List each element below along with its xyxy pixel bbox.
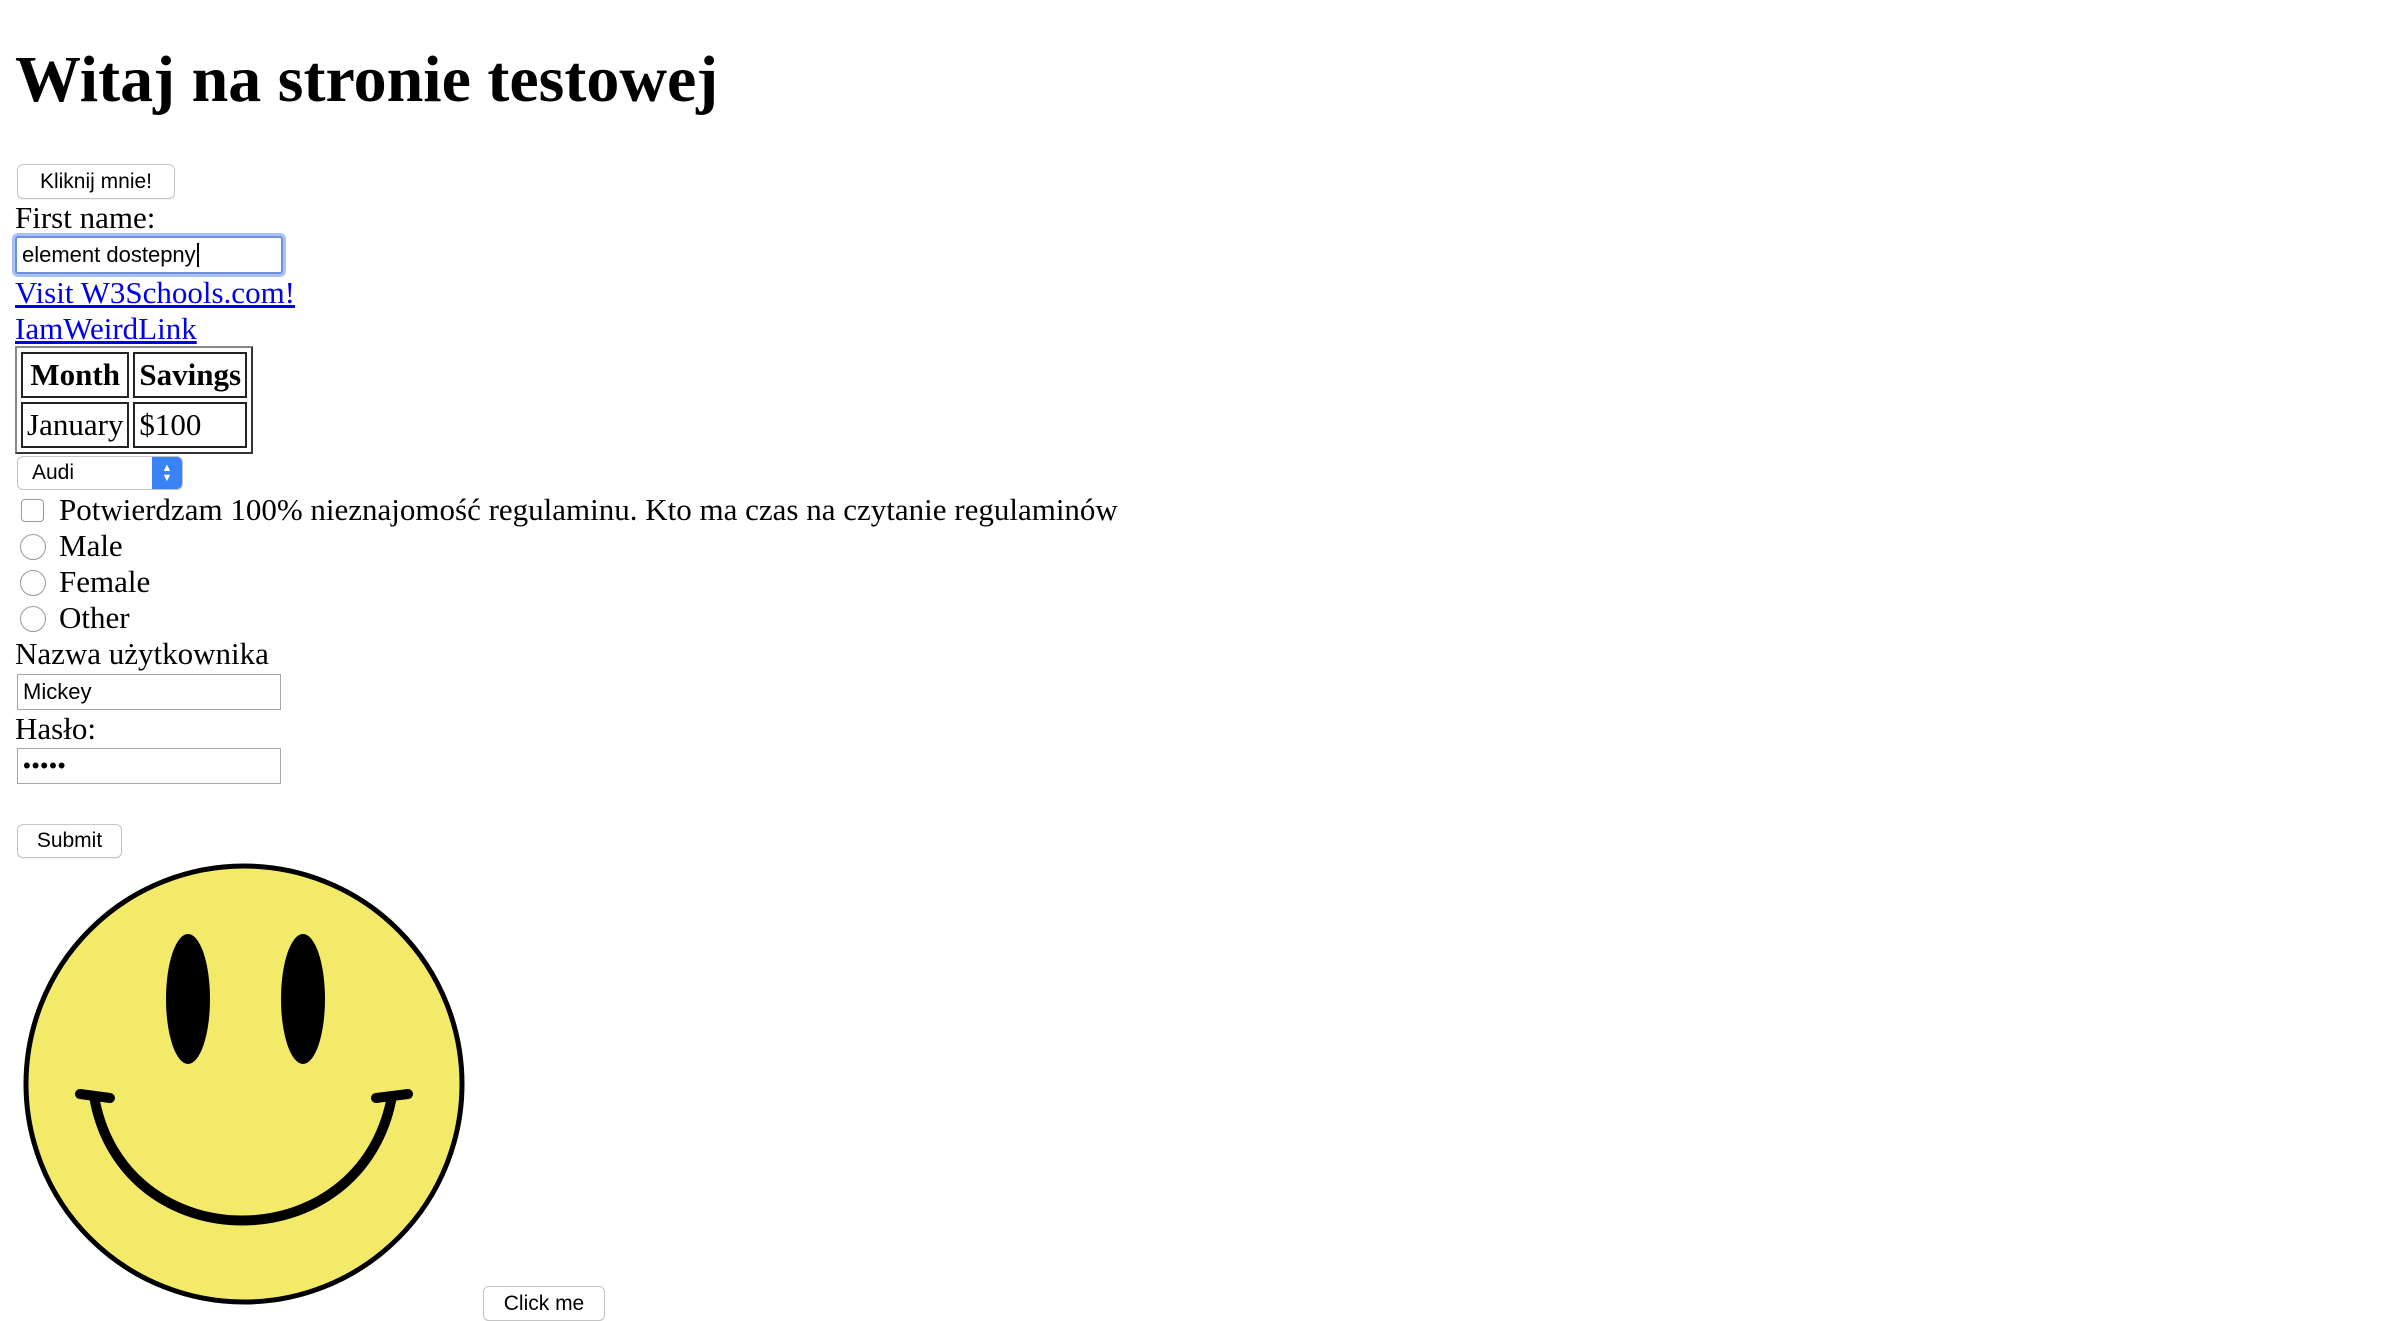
table-header-row: Month Savings bbox=[21, 352, 248, 398]
terms-checkbox-label: Potwierdzam 100% nieznajomość regulaminu… bbox=[59, 492, 1118, 527]
chevron-updown-icon: ▲ ▼ bbox=[152, 457, 182, 489]
table-header-cell: Savings bbox=[133, 352, 248, 398]
username-label: Nazwa użytkownika bbox=[15, 636, 269, 671]
submit-button[interactable]: Submit bbox=[17, 824, 122, 858]
kliknij-mnie-button[interactable]: Kliknij mnie! bbox=[17, 164, 175, 199]
radio-male[interactable] bbox=[20, 534, 46, 560]
radio-other[interactable] bbox=[20, 606, 46, 632]
radio-label-other: Other bbox=[59, 600, 130, 635]
first-name-input[interactable]: element dostepny bbox=[15, 236, 283, 274]
w3schools-link[interactable]: Visit W3Schools.com! bbox=[15, 275, 295, 311]
car-select-value: Audi bbox=[32, 461, 75, 484]
savings-table: Month Savings January $100 bbox=[15, 346, 254, 454]
first-name-label: First name: bbox=[15, 200, 156, 235]
text-caret bbox=[196, 243, 199, 267]
first-name-value: element dostepny bbox=[22, 242, 196, 267]
password-label: Hasło: bbox=[15, 711, 96, 746]
username-value: Mickey bbox=[23, 679, 92, 704]
smiley-face-icon[interactable] bbox=[22, 862, 466, 1306]
table-row: January $100 bbox=[21, 402, 248, 448]
radio-label-male: Male bbox=[59, 528, 123, 563]
car-select[interactable]: Audi ▲ ▼ bbox=[17, 456, 183, 490]
radio-label-female: Female bbox=[59, 564, 151, 599]
table-cell: January bbox=[21, 402, 130, 448]
username-input[interactable]: Mickey bbox=[17, 674, 281, 710]
click-me-button[interactable]: Click me bbox=[483, 1286, 605, 1321]
table-cell: $100 bbox=[133, 402, 248, 448]
iamweird-link[interactable]: IamWeirdLink bbox=[15, 311, 197, 347]
radio-female[interactable] bbox=[20, 570, 46, 596]
password-value: ••••• bbox=[23, 753, 67, 778]
terms-checkbox[interactable] bbox=[21, 499, 44, 522]
password-input[interactable]: ••••• bbox=[17, 748, 281, 784]
table-header-cell: Month bbox=[21, 352, 130, 398]
page-title: Witaj na stronie testowej bbox=[15, 43, 719, 116]
